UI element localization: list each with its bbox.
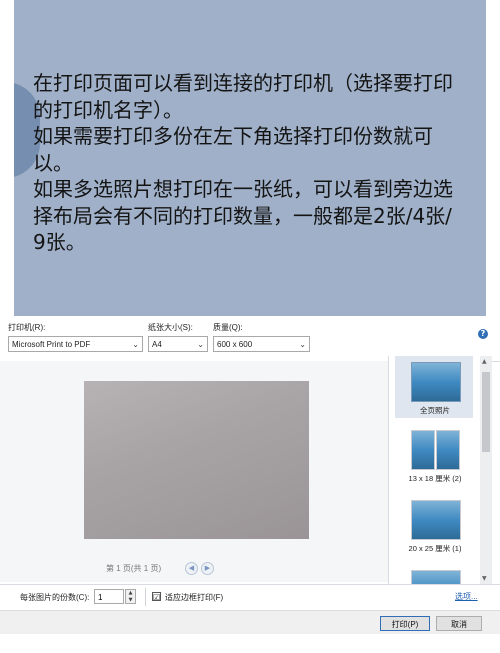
layout-thumbnail (411, 362, 461, 402)
layout-item-20x25[interactable]: 20 x 25 厘米 (1) (389, 498, 481, 558)
page-indicator: 第 1 页(共 1 页) (106, 564, 162, 573)
layout-item-full-page[interactable]: 全页照片 (389, 356, 481, 418)
instruction-line: 在打印页面可以看到连接的打印机（选择要打印 (33, 71, 453, 95)
layout-label: 全页照片 (420, 406, 450, 415)
layout-thumbnail (411, 500, 461, 540)
instruction-line: 的打印机名字）。 (33, 97, 183, 122)
copies-stepper[interactable]: ▲ ▼ (125, 589, 136, 604)
layout-item-13x18[interactable]: 13 x 18 厘米 (2) (389, 428, 481, 488)
copies-input[interactable]: 1 (94, 589, 124, 604)
instruction-line: 如果多选照片想打印在一张纸，可以看到旁边选 (33, 177, 453, 201)
instruction-panel: 在打印页面可以看到连接的打印机（选择要打印 的打印机名字）。 如果需要打印多份在… (0, 0, 500, 316)
instruction-line: 如果需要打印多份在左下角选择打印份数就可 (33, 124, 433, 148)
paper-size-value: A4 (152, 340, 162, 349)
printer-select[interactable]: Microsoft Print to PDF ⌄ (8, 336, 143, 352)
paper-size-select[interactable]: A4 ⌄ (148, 336, 208, 352)
next-page-icon[interactable]: ▶ (201, 562, 214, 575)
print-button[interactable]: 打印(P) (380, 616, 430, 631)
quality-select[interactable]: 600 x 600 ⌄ (213, 336, 310, 352)
quality-label: 质量(Q): (213, 323, 243, 332)
layout-item-more[interactable] (389, 568, 481, 584)
layout-thumbnail (411, 430, 435, 470)
layout-thumbnail (436, 430, 460, 470)
quality-value: 600 x 600 (217, 340, 253, 349)
printer-select-value: Microsoft Print to PDF (12, 340, 91, 349)
instruction-line: 以。 (33, 150, 73, 175)
instruction-line: 择布局会有不同的打印数量，一般都是2张/4张/ (33, 203, 452, 228)
copies-label: 每张图片的份数(C): (20, 593, 90, 602)
layout-label: 13 x 18 厘米 (2) (408, 474, 462, 483)
cancel-button[interactable]: 取消 (436, 616, 482, 631)
layout-thumbnail (411, 570, 461, 584)
scroll-up-icon[interactable]: ▲ (482, 358, 487, 365)
layout-list: 全页照片 13 x 18 厘米 (2) 20 x 25 厘米 (1) (388, 356, 481, 584)
panel-edge-left (0, 0, 14, 316)
photo-preview (84, 381, 309, 539)
prev-page-icon[interactable]: ◀ (185, 562, 198, 575)
options-link[interactable]: 选项... (455, 591, 478, 602)
layout-label: 20 x 25 厘米 (1) (408, 544, 462, 553)
paper-size-label: 纸张大小(S): (148, 323, 193, 332)
instruction-text: 在打印页面可以看到连接的打印机（选择要打印 的打印机名字）。 如果需要打印多份在… (33, 70, 473, 256)
fit-frame-checkbox[interactable]: ☑ (152, 592, 161, 602)
bottom-margin (0, 634, 500, 653)
fit-frame-label: 适应边框打印(F) (165, 593, 224, 602)
scroll-down-icon[interactable]: ▼ (482, 575, 487, 582)
chevron-down-icon: ⌄ (132, 340, 139, 349)
divider (145, 588, 146, 606)
chevron-down-icon: ⌄ (299, 340, 306, 349)
help-icon[interactable]: ? (478, 329, 488, 339)
panel-edge-right (486, 0, 500, 316)
printer-label: 打印机(R): (8, 323, 46, 332)
instruction-line: 9张。 (33, 230, 86, 254)
chevron-down-icon: ⌄ (197, 340, 204, 349)
scrollbar-thumb[interactable] (482, 372, 490, 452)
